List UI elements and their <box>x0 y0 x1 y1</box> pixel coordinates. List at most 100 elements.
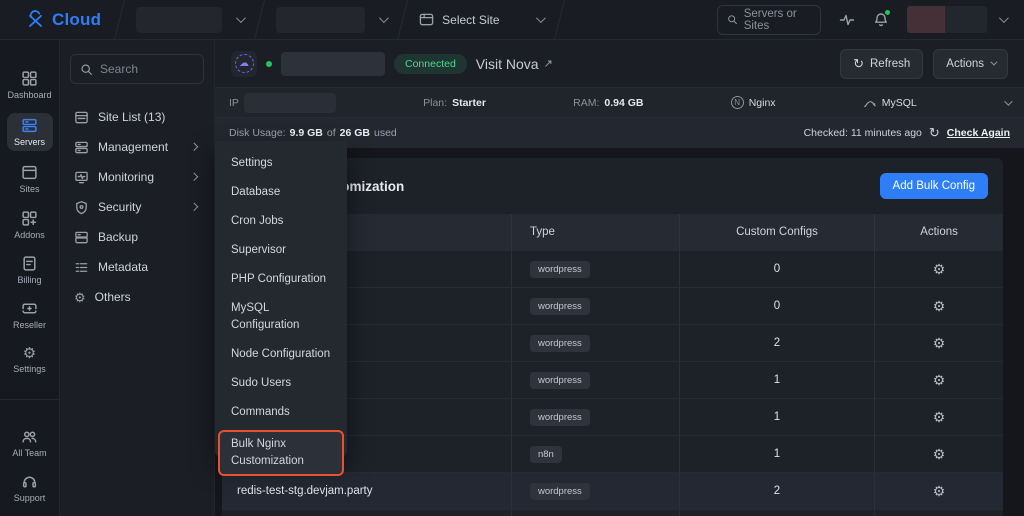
custom-configs-count: 0 <box>679 251 874 287</box>
site-list-icon <box>74 110 89 125</box>
sidebar-item-settings[interactable]: ⚙ Settings <box>7 343 53 377</box>
site-type-badge: wordpress <box>530 335 590 352</box>
sidebar-item-dashboard[interactable]: Dashboard <box>7 68 53 102</box>
chevron-right-icon <box>189 203 197 211</box>
row-settings-gear-icon[interactable]: ⚙ <box>933 373 946 387</box>
server-settings-dropdown-menu: Settings Database Cron Jobs Supervisor P… <box>215 141 347 457</box>
notification-dot <box>884 9 891 16</box>
subnav-item-metadata[interactable]: Metadata <box>70 252 204 282</box>
server-info-bar: IP Plan: Starter RAM: 0.94 GB N Nginx <box>215 88 1024 118</box>
custom-configs-count: 1 <box>679 362 874 398</box>
add-bulk-config-button[interactable]: Add Bulk Config <box>880 173 988 199</box>
notifications-button[interactable] <box>873 12 889 28</box>
sidebar-item-all-team[interactable]: All Team <box>7 426 53 460</box>
menu-item-node-configuration[interactable]: Node Configuration <box>215 340 347 369</box>
sub-sidebar-search-input[interactable]: Search <box>70 54 204 84</box>
chevron-down-icon <box>535 13 545 23</box>
sidebar-label: Dashboard <box>7 90 51 100</box>
site-name: redis-test-stg.devjam.party <box>222 473 511 509</box>
actions-button[interactable]: Actions <box>933 49 1008 79</box>
team-people-icon <box>21 428 38 445</box>
activity-pulse-icon[interactable] <box>839 12 855 28</box>
row-settings-gear-icon[interactable]: ⚙ <box>933 299 946 313</box>
chevron-right-icon <box>189 173 197 181</box>
info-expand-chevron-icon[interactable] <box>1004 97 1012 105</box>
sites-window-icon <box>21 164 38 181</box>
sidebar-item-support[interactable]: Support <box>7 471 53 505</box>
menu-item-mysql-configuration[interactable]: MySQL Configuration <box>215 294 347 340</box>
row-settings-gear-icon[interactable]: ⚙ <box>933 484 946 498</box>
row-settings-gear-icon[interactable]: ⚙ <box>933 336 946 350</box>
custom-configs-count: 1 <box>679 399 874 435</box>
subnav-label: Site List (13) <box>98 110 200 124</box>
subnav-item-others[interactable]: ⚙ Others <box>70 282 204 312</box>
database-segment: MySQL <box>863 96 917 110</box>
menu-item-cron-jobs[interactable]: Cron Jobs <box>215 207 347 236</box>
subnav-label: Security <box>98 200 182 214</box>
mysql-dolphin-icon <box>863 96 877 110</box>
management-server-icon <box>74 140 89 155</box>
nginx-icon: N <box>731 96 744 109</box>
select-site-label: Select Site <box>442 13 499 27</box>
backup-database-icon <box>74 230 89 245</box>
web-server-segment: N Nginx <box>731 96 776 109</box>
server-name-redacted <box>281 52 385 76</box>
menu-item-php-configuration[interactable]: PHP Configuration <box>215 265 347 294</box>
refresh-button[interactable]: ↻ Refresh <box>840 49 923 79</box>
sidebar-item-servers[interactable]: Servers <box>7 113 53 151</box>
subnav-item-site-list[interactable]: Site List (13) <box>70 102 204 132</box>
subnav-item-monitoring[interactable]: Monitoring <box>70 162 204 192</box>
sidebar-item-addons[interactable]: Addons <box>7 208 53 242</box>
sidebar-item-billing[interactable]: Billing <box>7 253 53 287</box>
gear-icon: ⚙ <box>74 291 86 304</box>
table-row[interactable]: redis-test-stg.devjam.party wordpress 2 … <box>222 472 1003 509</box>
xcloud-logo-icon <box>25 9 47 31</box>
check-again-link[interactable]: Check Again <box>947 127 1010 139</box>
chevron-down-icon <box>236 13 246 23</box>
avatar <box>907 6 945 33</box>
refresh-icon: ↻ <box>929 125 940 141</box>
search-icon <box>80 63 93 76</box>
team-name-redacted <box>136 7 222 33</box>
sidebar-label: All Team <box>12 448 46 458</box>
username-redacted <box>945 6 987 33</box>
provider-cloud-glyph: ☁ <box>239 59 249 69</box>
column-header-type: Type <box>511 214 679 250</box>
visit-site-link[interactable]: Visit Nova ↗ <box>476 56 553 72</box>
menu-item-supervisor[interactable]: Supervisor <box>215 236 347 265</box>
menu-item-commands[interactable]: Commands <box>215 398 347 427</box>
external-link-icon: ↗ <box>544 57 553 70</box>
search-placeholder: Servers or Sites <box>744 8 811 32</box>
site-type-badge: wordpress <box>530 409 590 426</box>
team-selector-dropdown[interactable] <box>120 0 259 39</box>
search-icon <box>727 13 738 26</box>
cloud-provider-icon: ☁ <box>231 51 257 77</box>
menu-item-settings[interactable]: Settings <box>215 149 347 178</box>
subnav-item-security[interactable]: Security <box>70 192 204 222</box>
sidebar-item-sites[interactable]: Sites <box>7 162 53 196</box>
sidebar-label: Reseller <box>13 320 46 330</box>
primary-sidebar: Dashboard Servers Sites <box>0 40 60 516</box>
row-settings-gear-icon[interactable]: ⚙ <box>933 447 946 461</box>
global-search-input[interactable]: Servers or Sites <box>717 5 821 35</box>
menu-item-sudo-users[interactable]: Sudo Users <box>215 369 347 398</box>
ip-redacted <box>244 93 336 113</box>
row-settings-gear-icon[interactable]: ⚙ <box>933 262 946 276</box>
sidebar-item-reseller[interactable]: Reseller <box>7 298 53 332</box>
subnav-item-management[interactable]: Management <box>70 132 204 162</box>
row-settings-gear-icon[interactable]: ⚙ <box>933 410 946 424</box>
server-selector-dropdown[interactable] <box>260 0 402 39</box>
custom-configs-count: 2 <box>679 473 874 509</box>
chevron-right-icon <box>189 143 197 151</box>
column-header-custom-configs: Custom Configs <box>679 214 874 250</box>
sidebar-divider <box>0 399 60 400</box>
select-site-dropdown[interactable]: Select Site <box>403 0 558 39</box>
xcloud-logo[interactable]: Cloud <box>0 9 119 31</box>
ip-segment: IP <box>229 93 336 113</box>
chevron-down-icon <box>999 13 1009 23</box>
subnav-item-backup[interactable]: Backup <box>70 222 204 252</box>
menu-item-bulk-nginx-customization annotation-highlight[interactable]: Bulk Nginx Customization <box>218 430 344 476</box>
sidebar-label: Billing <box>17 275 41 285</box>
menu-item-database[interactable]: Database <box>215 178 347 207</box>
user-menu[interactable] <box>907 6 1006 33</box>
